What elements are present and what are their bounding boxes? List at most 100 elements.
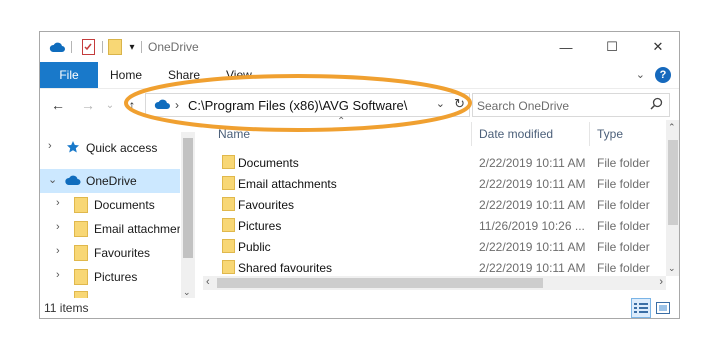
file-row[interactable]: Email attachments 2/22/2019 10:11 AM Fil… (210, 173, 670, 194)
file-row[interactable]: Documents 2/22/2019 10:11 AM File folder (210, 152, 670, 173)
maximize-button[interactable]: ☐ (589, 32, 635, 62)
column-divider[interactable] (471, 122, 472, 146)
new-folder-icon[interactable] (106, 38, 124, 56)
nav-item-onedrive[interactable]: ⌄ OneDrive (40, 169, 180, 193)
navigation-bar: ← → ⌄ ↑ › C:\Program Files (x86)\AVG Sof… (40, 88, 679, 120)
large-icons-view-icon[interactable] (653, 298, 673, 318)
nav-item-label: OneDrive (86, 174, 137, 188)
ribbon-tabs: File Home Share View ⌄ ? (40, 62, 679, 88)
column-divider[interactable] (589, 122, 590, 146)
address-path[interactable]: C:\Program Files (x86)\AVG Software\ (188, 98, 407, 113)
scroll-down-icon[interactable]: ⌄ (668, 263, 676, 274)
file-name: Documents (238, 156, 299, 170)
file-type: File folder (597, 219, 650, 233)
title-bar: ▾ OneDrive — ☐ ✕ (40, 32, 679, 62)
onedrive-cloud-icon (48, 38, 66, 56)
folder-icon (222, 176, 235, 193)
minimize-button[interactable]: — (543, 32, 589, 62)
folder-icon (74, 197, 88, 216)
nav-item-label: Quick access (86, 141, 158, 155)
file-name: Pictures (238, 219, 282, 233)
toolbar-separator (141, 41, 142, 53)
file-date: 2/22/2019 10:11 AM (479, 156, 586, 170)
tab-share[interactable]: Share (168, 68, 200, 82)
cloud-icon (64, 175, 81, 189)
scrollbar-thumb[interactable] (668, 140, 678, 225)
nav-item-pictures[interactable]: › Pictures (40, 265, 180, 289)
file-row[interactable]: Shared favourites 2/22/2019 10:11 AM Fil… (210, 257, 670, 278)
search-icon[interactable] (650, 97, 663, 113)
file-name: Shared favourites (238, 261, 333, 275)
recent-locations-icon[interactable]: ⌄ (100, 95, 120, 115)
scrollbar-thumb[interactable] (217, 278, 543, 288)
refresh-icon[interactable]: ↻ (454, 96, 465, 112)
toolbar-separator (71, 41, 72, 53)
chevron-down-icon[interactable]: ⌄ (636, 68, 645, 81)
file-date: 11/26/2019 10:26 ... (479, 219, 585, 233)
file-name: Public (238, 240, 271, 254)
file-type: File folder (597, 177, 650, 191)
file-type: File folder (597, 261, 650, 275)
up-arrow-icon[interactable]: ↑ (122, 95, 142, 115)
nav-item-documents[interactable]: › Documents (40, 193, 180, 217)
folder-icon (222, 218, 235, 235)
folder-icon (222, 239, 235, 256)
folder-icon (222, 197, 235, 214)
file-row[interactable]: Pictures 11/26/2019 10:26 ... File folde… (210, 215, 670, 236)
nav-item-label: Favourites (94, 246, 151, 260)
column-header-type[interactable]: Type (597, 127, 623, 141)
file-row[interactable]: Favourites 2/22/2019 10:11 AM File folde… (210, 194, 670, 215)
tab-view[interactable]: View (226, 68, 252, 82)
customize-toolbar-icon[interactable]: ▾ (126, 38, 138, 56)
back-arrow-icon[interactable]: ← (48, 95, 68, 115)
scroll-up-icon[interactable]: ⌃ (668, 122, 676, 133)
file-date: 2/22/2019 10:11 AM (479, 240, 586, 254)
navigation-pane-scrollbar[interactable]: ⌄ (181, 132, 195, 298)
address-dropdown-icon[interactable]: ⌄ (436, 97, 445, 110)
folder-icon (74, 221, 88, 240)
nav-item-label: Documents (94, 198, 155, 212)
nav-item-quick-access[interactable]: › Quick access (40, 136, 180, 160)
search-input[interactable]: Search OneDrive (472, 93, 670, 117)
scroll-right-icon[interactable]: › (659, 276, 663, 288)
search-placeholder: Search OneDrive (477, 99, 570, 113)
file-date: 2/22/2019 10:11 AM (479, 198, 586, 212)
file-name: Email attachments (238, 177, 337, 191)
nav-item-favourites[interactable]: › Favourites (40, 241, 180, 265)
tab-home[interactable]: Home (110, 68, 142, 82)
window-title: OneDrive (148, 40, 199, 54)
nav-item-label: Email attachmer (94, 222, 180, 236)
expand-chevron-icon[interactable]: › (56, 221, 66, 233)
column-header-date-modified[interactable]: Date modified (479, 127, 553, 141)
expand-chevron-icon[interactable]: › (56, 245, 66, 257)
file-name: Favourites (238, 198, 295, 212)
folder-icon (74, 269, 88, 288)
file-type: File folder (597, 156, 650, 170)
navigation-pane: › Quick access ⌄ OneDrive › Documents › (40, 132, 196, 298)
scrollbar-thumb[interactable] (183, 138, 193, 258)
expand-chevron-icon[interactable]: › (48, 140, 58, 152)
file-list-vertical-scrollbar[interactable]: ⌃ ⌄ (666, 120, 679, 276)
nav-item-email-attachments[interactable]: › Email attachmer (40, 217, 180, 241)
file-list-horizontal-scrollbar[interactable]: ‹ › (203, 276, 666, 290)
breadcrumb-chevron-icon[interactable]: › (175, 98, 179, 112)
address-bar[interactable]: › C:\Program Files (x86)\AVG Software\ ⌄… (145, 93, 470, 117)
column-header-name[interactable]: Name (218, 127, 250, 141)
forward-arrow-icon[interactable]: → (78, 95, 98, 115)
tab-file[interactable]: File (40, 62, 98, 88)
folder-icon (222, 260, 235, 277)
expand-chevron-icon[interactable]: › (56, 197, 66, 209)
item-count: 11 items (44, 301, 89, 315)
scroll-left-icon[interactable]: ‹ (206, 276, 210, 288)
toolbar-separator (102, 41, 103, 53)
help-button[interactable]: ? (655, 67, 671, 83)
status-bar: 11 items (40, 296, 679, 318)
expand-chevron-icon[interactable]: › (56, 269, 66, 281)
details-view-icon[interactable] (631, 298, 651, 318)
collapse-chevron-icon[interactable]: ⌄ (48, 173, 58, 186)
folder-icon (74, 245, 88, 264)
properties-icon[interactable] (79, 38, 97, 56)
onedrive-cloud-icon (154, 99, 170, 113)
close-button[interactable]: ✕ (635, 32, 679, 62)
file-row[interactable]: Public 2/22/2019 10:11 AM File folder (210, 236, 670, 257)
